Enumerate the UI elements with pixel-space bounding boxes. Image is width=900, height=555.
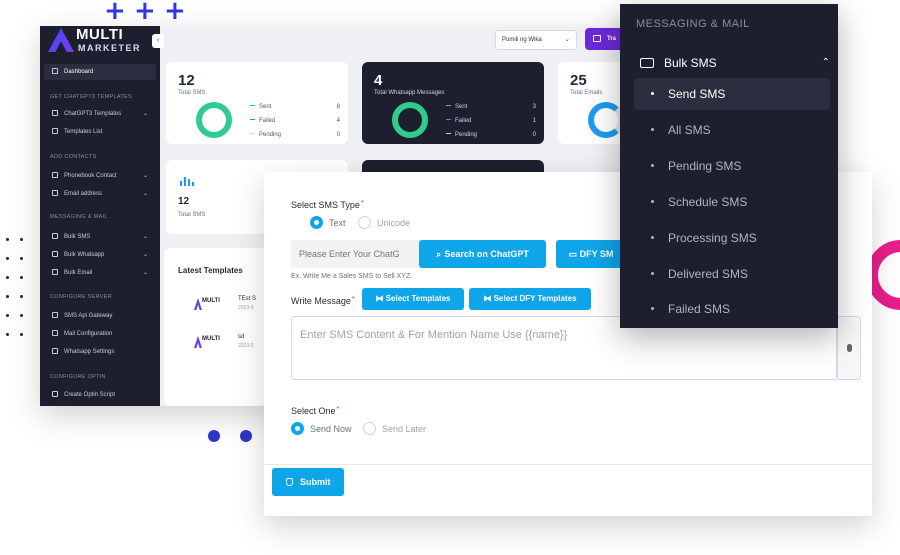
total-whatsapp-card: 4 Total Whatsapp Messages Sent 3 Failed 1 …: [362, 62, 544, 144]
sidebar-item-dashboard[interactable]: Dashboard: [44, 64, 156, 80]
translate-icon: [593, 35, 601, 42]
search-chatgpt-button[interactable]: ⌕ Search on ChatGPT: [419, 240, 546, 268]
logo-mark-icon: [48, 28, 74, 52]
sidebar-header-messaging: MESSAGING & MAIL: [50, 214, 108, 220]
dot-decoration-1: [208, 430, 220, 442]
chevron-down-icon: ⌄: [142, 111, 148, 117]
mail-icon: [52, 269, 58, 275]
chevron-up-icon: ⌃: [821, 57, 830, 68]
write-message-label: Write Message*: [291, 296, 355, 306]
menu-item-processing-sms[interactable]: Processing SMS: [634, 222, 830, 254]
sms-type-label: Select SMS Type*: [291, 200, 364, 210]
chevron-down-icon: ⌄: [142, 270, 148, 276]
sidebar-item-phonebook[interactable]: Phonebook Contact ⌄: [44, 168, 156, 184]
menu-item-pending-sms[interactable]: Pending SMS: [634, 150, 830, 182]
list-icon: [52, 128, 58, 134]
whatsapp-icon: [52, 348, 58, 354]
total-sms-card: 12 Total SMS Sent 8 Failed 4 Pending 0: [166, 62, 348, 144]
sidebar-header-contacts: ADD CONTACTS: [50, 154, 97, 160]
whatsapp-icon: [52, 251, 58, 257]
sidebar: MULTI MARKETER ‹ Dashboard GET CHATGPT3 …: [40, 26, 164, 406]
sidebar-header-optin: CONFIGURE OPTIN: [50, 374, 106, 380]
chat-icon: [640, 58, 654, 68]
sms-icon: [52, 233, 58, 239]
submit-button[interactable]: Submit: [272, 468, 344, 496]
dashboard-icon: [52, 68, 58, 74]
chatgpt-hint: Ex. Write Me a Sales SMS to Sell XYZ.: [291, 273, 413, 280]
chatgpt-prompt-input[interactable]: [291, 240, 419, 268]
menu-item-failed-sms[interactable]: Failed SMS: [634, 293, 830, 325]
script-icon: [52, 391, 58, 397]
menu-item-delivered-sms[interactable]: Delivered SMS: [634, 258, 830, 290]
sidebar-collapse-button[interactable]: ‹: [152, 34, 164, 48]
sidebar-header-configure-server: CONFIGURE SERVER: [50, 294, 112, 300]
sidebar-item-mail-configuration[interactable]: Mail Configuration: [44, 326, 156, 342]
plus-decoration-1: +: [104, 0, 126, 26]
gateway-icon: [52, 312, 58, 318]
bar-chart-icon: [180, 176, 194, 186]
sms-type-unicode-radio[interactable]: Unicode: [358, 216, 410, 229]
send-now-radio[interactable]: Send Now: [291, 422, 352, 435]
language-select[interactable]: Pumili ng Wika ⌄: [495, 30, 577, 50]
menu-item-all-sms[interactable]: All SMS: [634, 114, 830, 146]
chevron-down-icon: ⌄: [142, 173, 148, 179]
bulk-sms-dropdown-menu: MESSAGING & MAIL Bulk SMS ⌃ Send SMS All …: [620, 4, 838, 328]
menu-item-send-sms[interactable]: Send SMS: [634, 78, 830, 110]
sidebar-item-create-optin-script[interactable]: Create Optin Script: [44, 387, 156, 403]
dot-grid-decoration: [4, 238, 26, 352]
hand-pointer-icon: [286, 478, 293, 486]
sidebar-item-bulk-email[interactable]: Bulk Email ⌄: [44, 265, 156, 281]
chevron-down-icon: ⌄: [142, 191, 148, 197]
select-one-label: Select One*: [291, 406, 340, 416]
phonebook-icon: [52, 172, 58, 178]
plus-decoration-3: +: [164, 0, 186, 26]
menu-bulk-sms-toggle[interactable]: Bulk SMS ⌃: [640, 52, 830, 74]
select-dfy-templates-button[interactable]: ⧓ Select DFY Templates: [469, 288, 591, 310]
template-icon: ▭: [568, 249, 580, 259]
sidebar-item-whatsapp-settings[interactable]: Whatsapp Settings: [44, 344, 156, 360]
sidebar-header-chatgpt: GET CHATGPT3 TEMPLATES: [50, 94, 132, 100]
whatsapp-donut-chart: [392, 102, 428, 138]
send-later-radio[interactable]: Send Later: [363, 422, 426, 435]
handshake-icon: ⧓: [375, 294, 386, 303]
emails-donut-chart: [588, 102, 624, 138]
sms-donut-chart: [196, 102, 232, 138]
email-icon: [52, 190, 58, 196]
logo: MULTI MARKETER: [46, 26, 156, 58]
sidebar-item-templates-list[interactable]: Templates List: [44, 124, 156, 140]
mail-config-icon: [52, 330, 58, 336]
menu-item-schedule-sms[interactable]: Schedule SMS: [634, 186, 830, 218]
chevron-down-icon: ⌄: [142, 234, 148, 240]
sidebar-item-chatgpt3-templates[interactable]: ChatGPT3 Templates ⌄: [44, 106, 156, 122]
sidebar-item-bulk-whatsapp[interactable]: Bulk Whatsapp ⌄: [44, 247, 156, 263]
chevron-down-icon: ⌄: [142, 252, 148, 258]
sidebar-item-bulk-sms[interactable]: Bulk SMS ⌄: [44, 229, 156, 245]
form-divider: [264, 464, 872, 465]
select-templates-button[interactable]: ⧓ Select Templates: [362, 288, 464, 310]
handshake-icon: ⧓: [483, 294, 494, 303]
microphone-icon[interactable]: [837, 316, 861, 380]
menu-section-header: MESSAGING & MAIL: [636, 18, 750, 30]
template-logo-icon: MULTI: [194, 298, 220, 312]
plus-decoration-2: +: [134, 0, 156, 26]
template-icon: [52, 110, 58, 116]
dot-decoration-2: [240, 430, 252, 442]
sidebar-item-email-address[interactable]: Email address ⌄: [44, 186, 156, 202]
chevron-down-icon: ⌄: [564, 36, 570, 43]
sms-type-text-radio[interactable]: Text: [310, 216, 346, 229]
dfy-sms-button[interactable]: ▭ DFY SM: [556, 240, 626, 268]
sidebar-item-sms-api-gateway[interactable]: SMS Api Gateway: [44, 308, 156, 324]
template-logo-icon: MULTI: [194, 336, 220, 350]
